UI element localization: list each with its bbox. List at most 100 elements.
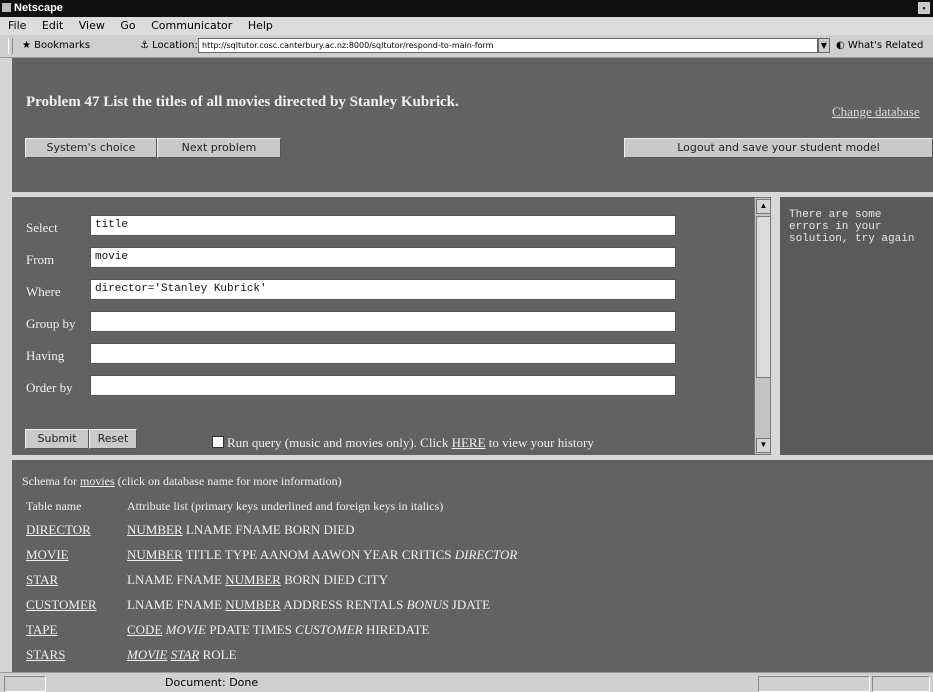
attribute-name: BORN xyxy=(284,572,321,587)
menu-communicator[interactable]: Communicator xyxy=(151,19,232,32)
select-label: Select xyxy=(26,220,58,235)
whats-related-label: What's Related xyxy=(847,40,924,51)
attribute-name: FNAME xyxy=(176,572,222,587)
frame-divider-vertical[interactable] xyxy=(771,197,780,455)
history-link[interactable]: HERE xyxy=(452,435,486,450)
whats-related-button[interactable]: ◐ What's Related xyxy=(836,40,923,51)
table-name-link[interactable]: DIRECTOR xyxy=(26,522,127,538)
table-name-link[interactable]: CUSTOMER xyxy=(26,597,127,613)
from-label: From xyxy=(26,252,55,267)
component-bar-icons[interactable] xyxy=(758,676,870,692)
menu-help[interactable]: Help xyxy=(248,19,273,32)
scroll-thumb[interactable] xyxy=(756,216,771,378)
security-lock-icon[interactable] xyxy=(4,676,46,692)
from-input[interactable]: movie xyxy=(90,247,676,268)
select-input[interactable]: title xyxy=(90,215,676,236)
url-input[interactable]: http://sqltutor.cosc.canterbury.ac.nz:80… xyxy=(198,38,818,53)
schema-table-row: STARS MOVIE STAR ROLE xyxy=(26,647,237,663)
location-label: ⚓ Location: xyxy=(140,40,198,51)
scroll-down-icon[interactable]: ▼ xyxy=(756,438,771,453)
location-label-text: Location: xyxy=(152,40,198,51)
attribute-list: MOVIE STAR ROLE xyxy=(127,647,237,662)
attribute-name: DIRECTOR xyxy=(454,547,518,562)
having-input[interactable] xyxy=(90,343,676,364)
close-window-icon[interactable]: ▪ xyxy=(918,2,930,14)
where-input[interactable]: director='Stanley Kubrick' xyxy=(90,279,676,300)
attribute-name: DIED xyxy=(323,572,355,587)
attribute-name: HIREDATE xyxy=(365,622,430,637)
group-by-input[interactable] xyxy=(90,311,676,332)
attribute-name: MOVIE xyxy=(165,622,207,637)
submit-button[interactable]: Submit xyxy=(25,429,89,449)
form-scrollbar[interactable]: ▲ ▼ xyxy=(754,197,771,455)
reset-button[interactable]: Reset xyxy=(89,429,137,449)
attribute-list: NUMBER TITLE TYPE AANOM AAWON YEAR CRITI… xyxy=(127,547,517,562)
logout-button[interactable]: Logout and save your student model xyxy=(624,138,933,158)
toolbar-grip-icon[interactable] xyxy=(8,38,13,54)
menu-bar: File Edit View Go Communicator Help xyxy=(0,17,933,35)
location-toolbar: ★ Bookmarks ⚓ Location: http://sqltutor.… xyxy=(0,35,933,58)
attribute-list: NUMBER LNAME FNAME BORN DIED xyxy=(127,522,355,537)
schema-frame: Schema for movies (click on database nam… xyxy=(12,460,933,672)
run-query-checkbox[interactable] xyxy=(212,436,224,448)
window-title-bar: Netscape ▪ xyxy=(0,0,933,17)
attribute-name: NUMBER xyxy=(225,572,281,587)
schema-header-row: Table name Attribute list (primary keys u… xyxy=(26,499,443,514)
attribute-name: AANOM xyxy=(259,547,309,562)
run-query-option: Run query (music and movies only). Click… xyxy=(212,435,594,451)
attribute-name: CODE xyxy=(127,622,163,637)
problem-frame: Problem 47 List the titles of all movies… xyxy=(12,58,933,192)
table-name-link[interactable]: TAPE xyxy=(26,622,127,638)
status-bar: Document: Done xyxy=(0,672,933,692)
attribute-list: LNAME FNAME NUMBER ADDRESS RENTALS BONUS… xyxy=(127,597,490,612)
window-title: Netscape xyxy=(14,2,63,14)
menu-go[interactable]: Go xyxy=(120,19,135,32)
schema-table-row: DIRECTOR NUMBER LNAME FNAME BORN DIED xyxy=(26,522,355,538)
query-form-frame: Select title From movie Where director='… xyxy=(12,197,754,455)
table-name-link[interactable]: MOVIE xyxy=(26,547,127,563)
attribute-name: FNAME xyxy=(235,522,281,537)
attribute-name: RENTALS xyxy=(345,597,404,612)
change-database-link[interactable]: Change database xyxy=(832,104,920,120)
schema-title-suffix: (click on database name for more informa… xyxy=(114,474,342,488)
table-name-link[interactable]: STARS xyxy=(26,647,127,663)
attribute-name: CRITICS xyxy=(401,547,452,562)
attribute-name: MOVIE xyxy=(127,647,168,662)
menu-view[interactable]: View xyxy=(79,19,105,32)
table-name-link[interactable]: STAR xyxy=(26,572,127,588)
attribute-list: LNAME FNAME NUMBER BORN DIED CITY xyxy=(127,572,388,587)
menu-edit[interactable]: Edit xyxy=(42,19,63,32)
bookmarks-button[interactable]: ★ Bookmarks xyxy=(22,40,90,51)
problem-statement: Problem 47 List the titles of all movies… xyxy=(26,94,459,110)
schema-table-row: CUSTOMER LNAME FNAME NUMBER ADDRESS RENTA… xyxy=(26,597,490,613)
attribute-name: YEAR xyxy=(363,547,399,562)
attribute-name: ADDRESS xyxy=(283,597,343,612)
menu-file[interactable]: File xyxy=(8,19,26,32)
attribute-name: NUMBER xyxy=(127,547,183,562)
attribute-name: TIMES xyxy=(252,622,292,637)
bookmarks-label: Bookmarks xyxy=(34,40,91,51)
next-problem-button[interactable]: Next problem xyxy=(157,138,281,158)
schema-title: Schema for movies (click on database nam… xyxy=(22,474,342,489)
attribute-name: AAWON xyxy=(311,547,361,562)
status-text: Document: Done xyxy=(165,676,259,689)
attribute-name: BORN xyxy=(284,522,321,537)
attribute-name: LNAME xyxy=(127,572,174,587)
feedback-panel: There are some errors in your solution, … xyxy=(780,197,933,455)
order-by-input[interactable] xyxy=(90,375,676,396)
attribute-list-header: Attribute list (primary keys underlined … xyxy=(127,499,444,513)
scroll-up-icon[interactable]: ▲ xyxy=(756,199,771,214)
online-status-icon[interactable] xyxy=(872,676,930,692)
database-name-link[interactable]: movies xyxy=(80,474,115,488)
attribute-name: CITY xyxy=(357,572,389,587)
having-label: Having xyxy=(26,348,65,363)
schema-table-row: MOVIE NUMBER TITLE TYPE AANOM AAWON YEAR … xyxy=(26,547,517,563)
attribute-name: LNAME xyxy=(185,522,233,537)
where-label: Where xyxy=(26,284,61,299)
schema-table-row: TAPE CODE MOVIE PDATE TIMES CUSTOMER HIRE… xyxy=(26,622,430,638)
systems-choice-button[interactable]: System's choice xyxy=(25,138,157,158)
schema-title-prefix: Schema for xyxy=(22,474,80,488)
url-dropdown-icon[interactable]: ▼ xyxy=(818,38,830,53)
attribute-name: FNAME xyxy=(176,597,222,612)
schema-table-row: STAR LNAME FNAME NUMBER BORN DIED CITY xyxy=(26,572,388,588)
